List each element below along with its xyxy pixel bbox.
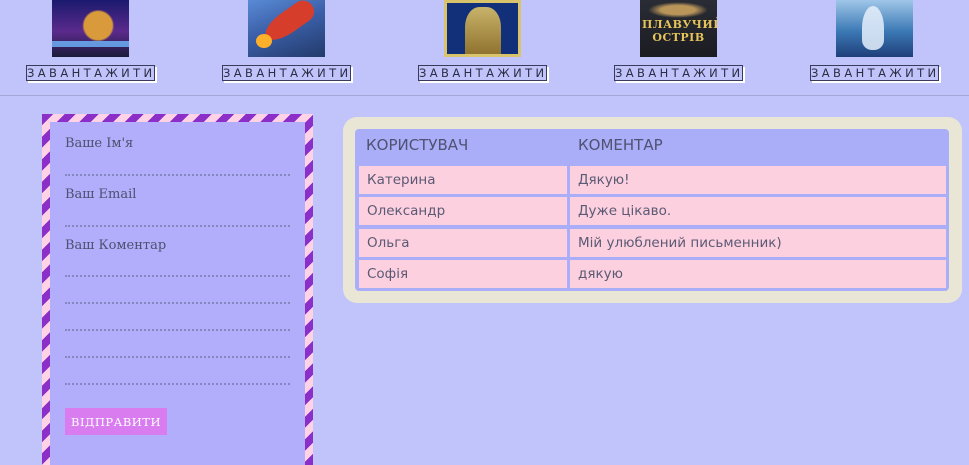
book-item: ПЛАВУЧИЙ ОСТРІВ ЗАВАНТАЖИТИ: [614, 0, 744, 90]
book-cover-image: ПЛАВУЧИЙ ОСТРІВ: [640, 0, 717, 57]
email-input[interactable]: [65, 225, 290, 227]
email-label: Ваш Email: [65, 187, 137, 202]
comments-table: КОРИСТУВАЧ КОМЕНТАР Катерина Дякую! Олек…: [355, 129, 949, 291]
table-cell-user: Ольга: [359, 229, 567, 257]
comments-table-card: КОРИСТУВАЧ КОМЕНТАР Катерина Дякую! Олек…: [343, 117, 962, 303]
comment-line: [65, 302, 290, 304]
table-cell-comment: Дуже цікаво.: [570, 197, 946, 225]
table-cell-user: Олександр: [359, 197, 567, 225]
table-cell-comment: Мій улюблений письменник): [570, 229, 946, 257]
book-item: ЗАВАНТАЖИТИ: [26, 0, 156, 90]
download-button[interactable]: ЗАВАНТАЖИТИ: [418, 65, 547, 81]
download-button[interactable]: ЗАВАНТАЖИТИ: [222, 65, 351, 81]
table-cell-user: Софія: [359, 260, 567, 288]
comment-form-card: Ваше Ім'я Ваш Email Ваш Коментар ВІДПРАВ…: [42, 114, 313, 465]
book-item: ЗАВАНТАЖИТИ: [222, 0, 352, 90]
book-item: ЗАВАНТАЖИТИ: [810, 0, 940, 90]
book-strip: ЗАВАНТАЖИТИ ЗАВАНТАЖИТИ ЗАВАНТАЖИТИ ПЛАВ…: [0, 0, 969, 96]
download-button[interactable]: ЗАВАНТАЖИТИ: [810, 65, 939, 81]
name-label: Ваше Ім'я: [65, 136, 134, 151]
book-cover-image: [52, 0, 129, 57]
book-cover-image: [444, 0, 521, 57]
book-cover-image: [248, 0, 325, 57]
book-item: ЗАВАНТАЖИТИ: [418, 0, 548, 90]
comment-form: Ваше Ім'я Ваш Email Ваш Коментар ВІДПРАВ…: [50, 122, 305, 465]
table-cell-user: Катерина: [359, 166, 567, 194]
book-cover-image: [836, 0, 913, 57]
comment-line: [65, 275, 290, 277]
submit-button[interactable]: ВІДПРАВИТИ: [65, 408, 167, 435]
download-button[interactable]: ЗАВАНТАЖИТИ: [614, 65, 743, 81]
table-header-comment: КОМЕНТАР: [578, 136, 663, 154]
download-button[interactable]: ЗАВАНТАЖИТИ: [26, 65, 155, 81]
table-header-user: КОРИСТУВАЧ: [366, 136, 469, 154]
comment-line: [65, 383, 290, 385]
book-cover-title: ПЛАВУЧИЙ ОСТРІВ: [642, 18, 717, 44]
name-input[interactable]: [65, 174, 290, 176]
table-cell-comment: Дякую!: [570, 166, 946, 194]
comment-label: Ваш Коментар: [65, 238, 167, 253]
comment-line: [65, 329, 290, 331]
comment-line: [65, 356, 290, 358]
table-cell-comment: дякую: [570, 260, 946, 288]
